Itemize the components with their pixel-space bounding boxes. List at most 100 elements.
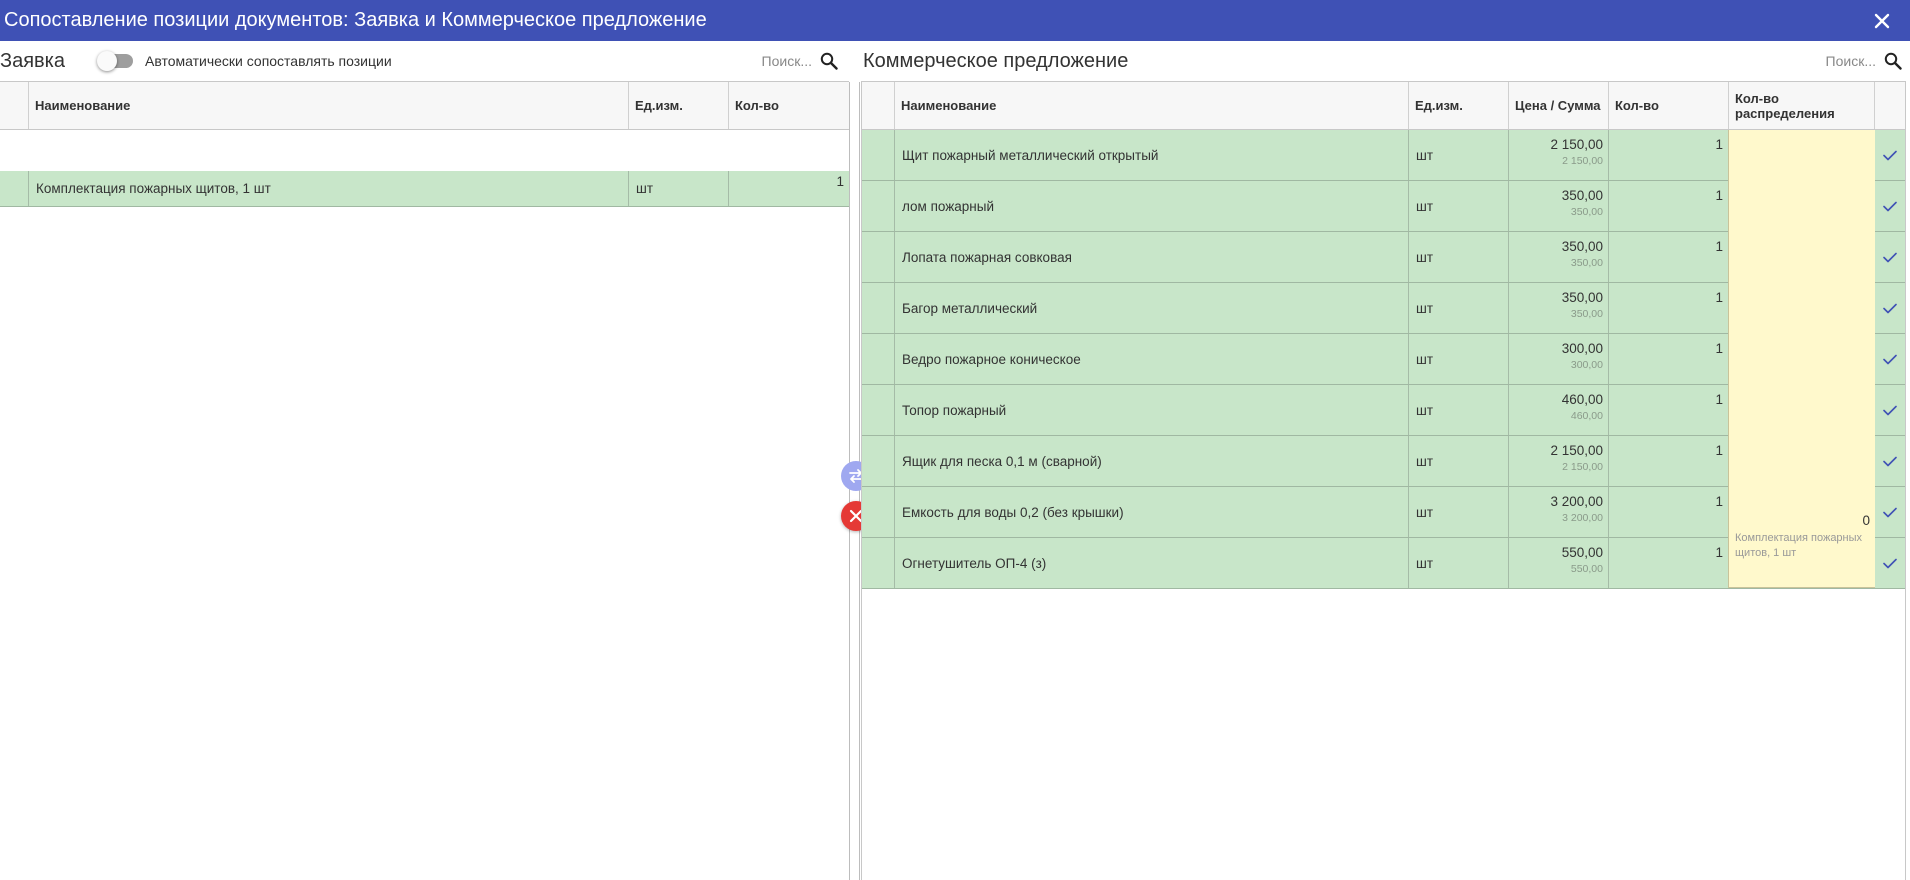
check-icon — [1875, 436, 1905, 486]
header-select-col — [862, 82, 894, 129]
row-select-cell[interactable] — [862, 334, 894, 384]
row-unit: шт — [1416, 198, 1434, 214]
row-name: Багор металлический — [902, 300, 1038, 316]
row-check-cell[interactable] — [1874, 130, 1905, 180]
row-name-cell: Емкость для воды 0,2 (без крышки) — [894, 487, 1408, 537]
row-price-cell: 350,00 350,00 — [1508, 283, 1608, 333]
row-qty-cell: 1 — [1608, 385, 1728, 435]
row-check-cell[interactable] — [1874, 487, 1905, 537]
offer-search-input[interactable] — [1821, 53, 1876, 69]
row-qty: 1 — [1715, 188, 1723, 203]
row-check-cell[interactable] — [1874, 436, 1905, 486]
row-sum: 460,00 — [1570, 410, 1603, 422]
row-select-cell[interactable] — [862, 487, 894, 537]
search-icon[interactable] — [1882, 50, 1904, 72]
header-check-col — [1874, 82, 1905, 129]
dialog-titlebar: Сопоставление позиции документов: Заявка… — [0, 0, 1910, 41]
header-name[interactable]: Наименование — [894, 82, 1408, 129]
offer-search — [1821, 50, 1904, 72]
header-unit[interactable]: Ед.изм. — [628, 82, 728, 129]
request-search-input[interactable] — [752, 53, 812, 69]
header-qty[interactable]: Кол-во — [1608, 82, 1728, 129]
row-check-cell[interactable] — [1874, 181, 1905, 231]
row-select-cell[interactable] — [862, 385, 894, 435]
row-price: 300,00 — [1561, 341, 1603, 356]
row-name-cell: Огнетушитель ОП-4 (з) — [894, 538, 1408, 588]
row-sum: 2 150,00 — [1562, 155, 1603, 167]
row-price-cell: 350,00 350,00 — [1508, 232, 1608, 282]
search-icon[interactable] — [818, 50, 840, 72]
header-name[interactable]: Наименование — [28, 82, 628, 129]
row-price-cell: 300,00 300,00 — [1508, 334, 1608, 384]
check-icon — [1875, 334, 1905, 384]
request-grid: Наименование Ед.изм. Кол-во Комплектация… — [0, 81, 849, 880]
row-check-cell[interactable] — [1874, 232, 1905, 282]
request-search — [752, 50, 840, 72]
toggle-knob — [96, 51, 117, 71]
header-select-col — [0, 82, 28, 129]
row-price-cell: 350,00 350,00 — [1508, 181, 1608, 231]
row-check-cell[interactable] — [1874, 334, 1905, 384]
row-name: Комплектация пожарных щитов, 1 шт — [36, 181, 271, 196]
row-unit-cell: шт — [1408, 385, 1508, 435]
row-name: Щит пожарный металлический открытый — [902, 147, 1159, 163]
row-select-cell[interactable] — [862, 283, 894, 333]
row-check-cell[interactable] — [1874, 283, 1905, 333]
check-icon — [1875, 487, 1905, 537]
row-price-cell: 550,00 550,00 — [1508, 538, 1608, 588]
row-unit-cell: шт — [1408, 538, 1508, 588]
row-unit: шт — [1416, 300, 1434, 316]
row-name-cell: Щит пожарный металлический открытый — [894, 130, 1408, 180]
row-name-cell: лом пожарный — [894, 181, 1408, 231]
close-button[interactable] — [1868, 7, 1896, 35]
row-unit: шт — [636, 181, 654, 196]
row-price-cell: 3 200,00 3 200,00 — [1508, 487, 1608, 537]
header-allocation-qty[interactable]: Кол-во распределения — [1728, 82, 1874, 129]
row-select-cell[interactable] — [862, 232, 894, 282]
header-qty[interactable]: Кол-во — [728, 82, 848, 129]
row-check-cell[interactable] — [1874, 385, 1905, 435]
row-name: Ящик для песка 0,1 м (сварной) — [902, 453, 1102, 469]
row-qty: 1 — [836, 174, 844, 189]
row-select-cell[interactable] — [862, 436, 894, 486]
row-price: 550,00 — [1561, 545, 1603, 560]
row-price-cell: 2 150,00 2 150,00 — [1508, 436, 1608, 486]
row-qty-cell: 1 — [1608, 181, 1728, 231]
header-price-sum[interactable]: Цена / Сумма — [1508, 82, 1608, 129]
auto-match-label: Автоматически сопоставлять позиции — [144, 53, 392, 69]
row-unit: шт — [1416, 402, 1434, 418]
row-price-cell: 2 150,00 2 150,00 — [1508, 130, 1608, 180]
row-check-cell[interactable] — [1874, 538, 1905, 588]
row-sum: 2 150,00 — [1562, 461, 1603, 473]
check-icon — [1875, 385, 1905, 435]
row-name: Топор пожарный — [902, 402, 1007, 418]
row-unit: шт — [1416, 351, 1434, 367]
check-icon — [1875, 130, 1905, 180]
header-unit[interactable]: Ед.изм. — [1408, 82, 1508, 129]
request-toolbar: Заявка Автоматически сопоставлять позици… — [0, 41, 850, 81]
row-name: Огнетушитель ОП-4 (з) — [902, 555, 1047, 571]
offer-panel: Коммерческое предложение Наименование Ед… — [861, 41, 1910, 880]
allocation-cell[interactable]: 0 Комплектация пожарных щитов, 1 шт — [1728, 130, 1875, 588]
row-qty-cell: 1 — [1608, 232, 1728, 282]
row-select-cell[interactable] — [862, 538, 894, 588]
check-icon — [1875, 283, 1905, 333]
row-name-cell: Топор пожарный — [894, 385, 1408, 435]
row-qty: 1 — [1715, 290, 1723, 305]
row-qty: 1 — [1715, 545, 1723, 560]
auto-match-toggle[interactable] — [96, 51, 133, 71]
row-qty: 1 — [1715, 392, 1723, 407]
row-name-cell: Лопата пожарная совковая — [894, 232, 1408, 282]
table-row[interactable]: Комплектация пожарных щитов, 1 шт шт 1 — [0, 171, 849, 207]
row-qty-cell: 1 — [1608, 538, 1728, 588]
row-price-cell: 460,00 460,00 — [1508, 385, 1608, 435]
check-icon — [1875, 181, 1905, 231]
row-unit-cell: шт — [628, 171, 728, 206]
row-select-cell[interactable] — [862, 181, 894, 231]
row-unit-cell: шт — [1408, 181, 1508, 231]
row-select-cell[interactable] — [0, 171, 28, 206]
row-price: 460,00 — [1561, 392, 1603, 407]
row-qty: 1 — [1715, 443, 1723, 458]
row-select-cell[interactable] — [862, 130, 894, 180]
row-price: 2 150,00 — [1550, 137, 1603, 152]
